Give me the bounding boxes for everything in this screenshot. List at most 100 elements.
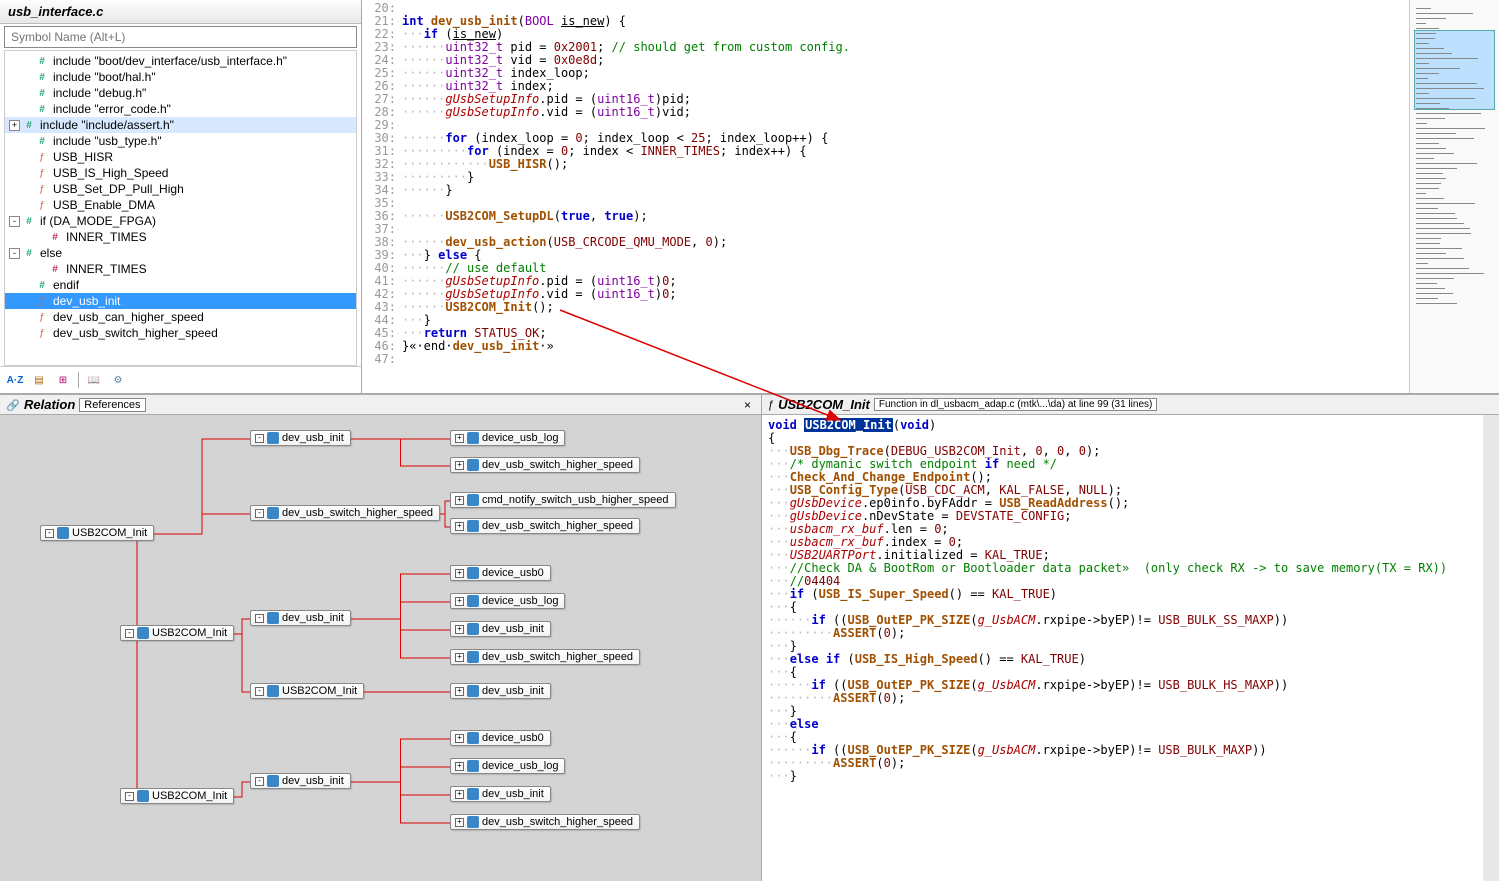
node-toggle[interactable]: +	[455, 818, 464, 827]
view-list-button[interactable]: ▤	[30, 371, 48, 389]
outline-item[interactable]: ƒUSB_Set_DP_Pull_High	[5, 181, 356, 197]
outline-label: else	[40, 246, 62, 260]
node-toggle[interactable]: +	[455, 762, 464, 771]
outline-label: dev_usb_can_higher_speed	[53, 310, 204, 324]
outline-label: endif	[53, 278, 79, 292]
node-toggle[interactable]: -	[45, 529, 54, 538]
node-toggle[interactable]: -	[255, 434, 264, 443]
outline-item[interactable]: #INNER_TIMES	[5, 229, 356, 245]
outline-item[interactable]: #include "boot/hal.h"	[5, 69, 356, 85]
relation-node[interactable]: +device_usb0	[450, 730, 551, 746]
sort-az-button[interactable]: A·Z	[6, 371, 24, 389]
outline-item[interactable]: -#if (DA_MODE_FPGA)	[5, 213, 356, 229]
node-toggle[interactable]: +	[455, 461, 464, 470]
relation-node[interactable]: - USB2COM_Init	[120, 788, 234, 804]
node-icon	[467, 459, 479, 471]
relation-canvas[interactable]: - USB2COM_Init - dev_usb_init + device_usb_lo…	[0, 415, 761, 881]
relation-node[interactable]: +device_usb_log	[450, 593, 565, 609]
node-toggle[interactable]: +	[455, 496, 464, 505]
outline-label: INNER_TIMES	[66, 262, 147, 276]
code-editor[interactable]: 20:21:22:23:24:25:26:27:28:29:30:31:32:3…	[362, 0, 1499, 393]
symbol-search-input[interactable]	[4, 26, 357, 48]
outline-item[interactable]: ƒdev_usb_can_higher_speed	[5, 309, 356, 325]
node-icon	[467, 432, 479, 444]
relation-node[interactable]: + dev_usb_init	[450, 786, 551, 802]
tree-toggle[interactable]: +	[9, 120, 20, 131]
outline-item[interactable]: #include "debug.h"	[5, 85, 356, 101]
relation-node[interactable]: -USB2COM_Init	[40, 525, 154, 541]
node-icon	[267, 685, 279, 697]
node-toggle[interactable]: +	[455, 790, 464, 799]
node-icon	[137, 627, 149, 639]
node-toggle[interactable]: +	[455, 597, 464, 606]
relation-node[interactable]: +device_usb_log	[450, 758, 565, 774]
outline-item[interactable]: ƒdev_usb_switch_higher_speed	[5, 325, 356, 341]
node-label: device_usb0	[482, 567, 544, 579]
node-toggle[interactable]: -	[255, 614, 264, 623]
relation-node[interactable]: +dev_usb_init	[450, 683, 551, 699]
outline-item[interactable]: ƒUSB_IS_High_Speed	[5, 165, 356, 181]
outline-item[interactable]: #endif	[5, 277, 356, 293]
relation-node[interactable]: + device_usb_log	[450, 430, 565, 446]
node-toggle[interactable]: -	[255, 687, 264, 696]
outline-item[interactable]: #include "error_code.h"	[5, 101, 356, 117]
relation-node[interactable]: -dev_usb_init	[250, 773, 351, 789]
relation-node[interactable]: - USB2COM_Init	[120, 625, 234, 641]
node-toggle[interactable]: -	[255, 509, 264, 518]
code-body[interactable]: int dev_usb_init(BOOL is_new) {···if (is…	[402, 0, 1409, 393]
node-toggle[interactable]: +	[455, 625, 464, 634]
relation-node[interactable]: -dev_usb_switch_higher_speed	[250, 505, 440, 521]
outline-item[interactable]: ƒUSB_HISR	[5, 149, 356, 165]
relation-node[interactable]: - dev_usb_init	[250, 610, 351, 626]
relation-node[interactable]: +dev_usb_switch_higher_speed	[450, 457, 640, 473]
relation-node[interactable]: + device_usb0	[450, 565, 551, 581]
relation-node[interactable]: -USB2COM_Init	[250, 683, 364, 699]
relation-node[interactable]: +dev_usb_switch_higher_speed	[450, 814, 640, 830]
node-label: USB2COM_Init	[152, 627, 227, 639]
outline-item[interactable]: #include "usb_type.h"	[5, 133, 356, 149]
node-toggle[interactable]: +	[455, 434, 464, 443]
outline-item[interactable]: #include "boot/dev_interface/usb_interfa…	[5, 53, 356, 69]
outline-label: USB_Enable_DMA	[53, 198, 155, 212]
node-label: USB2COM_Init	[152, 790, 227, 802]
node-label: dev_usb_init	[482, 788, 544, 800]
outline-toolbar: A·Z ▤ ⊞ 📖 ⚙	[0, 366, 361, 393]
relation-node[interactable]: +dev_usb_switch_higher_speed	[450, 649, 640, 665]
view-tree-button[interactable]: ⊞	[54, 371, 72, 389]
relation-close-button[interactable]: ×	[740, 398, 755, 412]
node-toggle[interactable]: -	[255, 777, 264, 786]
outline-item[interactable]: +#include "include/assert.h"	[5, 117, 356, 133]
node-icon	[467, 788, 479, 800]
node-label: device_usb_log	[482, 432, 558, 444]
node-toggle[interactable]: +	[455, 734, 464, 743]
outline-tree[interactable]: #include "boot/dev_interface/usb_interfa…	[4, 50, 357, 366]
relation-node[interactable]: -dev_usb_init	[250, 430, 351, 446]
relation-node[interactable]: +cmd_notify_switch_usb_higher_speed	[450, 492, 676, 508]
node-toggle[interactable]: +	[455, 687, 464, 696]
node-toggle[interactable]: -	[125, 629, 134, 638]
node-icon	[467, 685, 479, 697]
outline-label: USB_Set_DP_Pull_High	[53, 182, 184, 196]
tree-toggle[interactable]: -	[9, 248, 20, 259]
node-toggle[interactable]: +	[455, 569, 464, 578]
gear-icon[interactable]: ⚙	[109, 371, 127, 389]
node-label: dev_usb_init	[282, 612, 344, 624]
detail-code[interactable]: void USB2COM_Init(void){···USB_Dbg_Trace…	[762, 415, 1499, 881]
relation-node[interactable]: +dev_usb_switch_higher_speed	[450, 518, 640, 534]
relation-node[interactable]: +dev_usb_init	[450, 621, 551, 637]
tree-toggle[interactable]: -	[9, 216, 20, 227]
outline-item[interactable]: -#else	[5, 245, 356, 261]
node-icon	[467, 595, 479, 607]
outline-panel: usb_interface.c #include "boot/dev_inter…	[0, 0, 362, 393]
outline-item[interactable]: #INNER_TIMES	[5, 261, 356, 277]
outline-item[interactable]: ƒUSB_Enable_DMA	[5, 197, 356, 213]
node-toggle[interactable]: +	[455, 522, 464, 531]
relation-subtitle[interactable]: References	[79, 398, 145, 412]
relation-icon: 🔗	[6, 399, 20, 411]
minimap[interactable]: /*decorative*/	[1409, 0, 1499, 393]
node-toggle[interactable]: -	[125, 792, 134, 801]
outline-title: usb_interface.c	[0, 0, 361, 24]
outline-item[interactable]: ƒdev_usb_init	[5, 293, 356, 309]
book-icon[interactable]: 📖	[85, 371, 103, 389]
node-toggle[interactable]: +	[455, 653, 464, 662]
